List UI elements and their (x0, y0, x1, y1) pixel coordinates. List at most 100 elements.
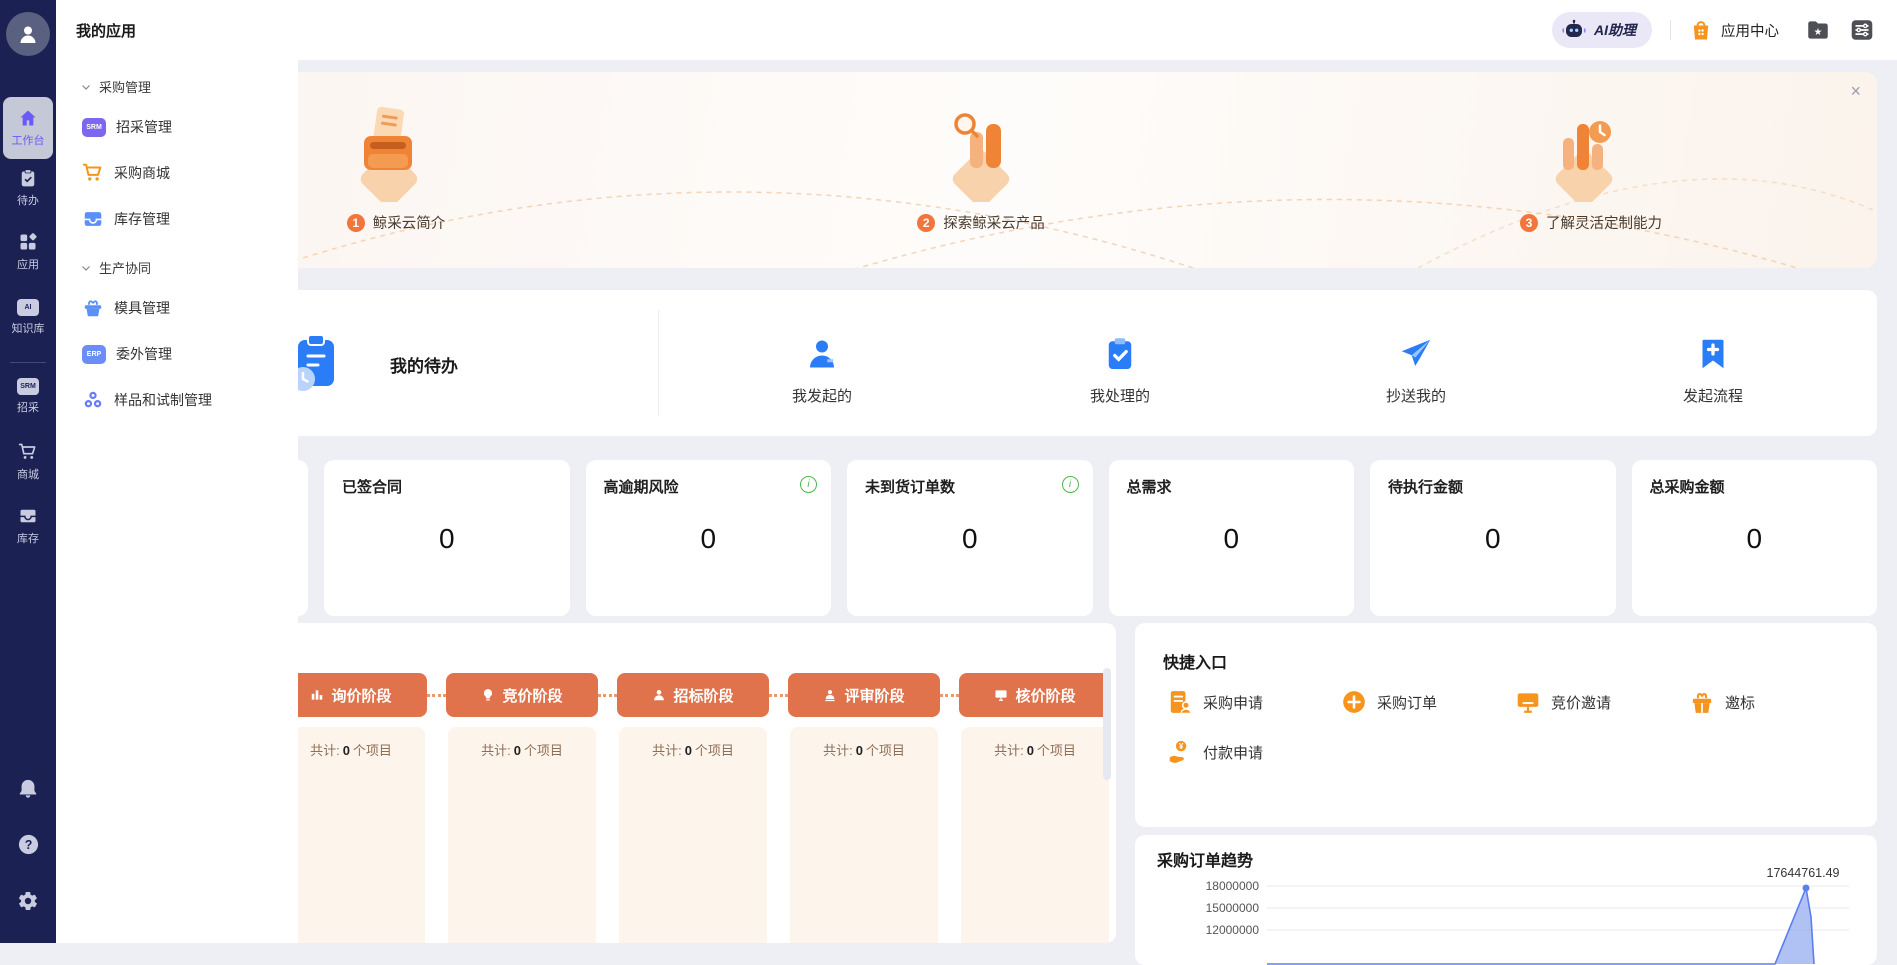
avatar[interactable] (6, 12, 50, 56)
section-label: 采购管理 (99, 77, 151, 96)
quick-item-payment-request[interactable]: ¥ 付款申请 (1167, 739, 1341, 765)
apps-grid-icon (18, 232, 38, 252)
notifications-button[interactable] (0, 778, 56, 800)
quick-entry-card: 快捷入口 采购申请 采购订单 (1135, 623, 1877, 827)
quick-item-label: 竞价邀请 (1551, 692, 1611, 713)
ai-assistant-button[interactable]: AI助理 (1552, 12, 1652, 48)
stage-total-prefix: 共计: (652, 743, 682, 758)
stage-total-prefix: 共计: (310, 743, 340, 758)
rail-item-mall[interactable]: 商城 (0, 442, 56, 482)
banner-step-3[interactable]: 3 了解灵活定制能力 (1481, 212, 1701, 233)
rail-item-label: 知识库 (12, 320, 45, 336)
quick-item-invite-tender[interactable]: 邀标 (1689, 689, 1863, 715)
todo-icon (18, 168, 38, 188)
quick-item-bidding-invitation[interactable]: 竞价邀请 (1515, 689, 1689, 715)
sidebar-title: 我的应用 (56, 0, 298, 41)
section-production-collaboration[interactable]: 生产协同 (80, 258, 298, 277)
info-icon[interactable]: i (1062, 476, 1079, 493)
favorites-folder-button[interactable]: ★ (1805, 17, 1831, 43)
settings-button[interactable] (0, 890, 56, 912)
todo-title: 我的待办 (390, 352, 458, 377)
stage-pill-row: 询价阶段 竞价阶段 招标阶段 (298, 673, 1111, 717)
sidebar-item-srm-management[interactable]: SRM 招采管理 (56, 104, 298, 150)
stage-label: 招标阶段 (673, 685, 733, 706)
plus-circle-icon (1341, 689, 1367, 715)
stage-total-prefix: 共计: (823, 743, 853, 758)
my-todo-card: 我的待办 我发起的 我处理的 抄送我的 (298, 290, 1877, 436)
todo-clipboard-clock-icon (298, 332, 346, 396)
stat-title: 总采购金额 (1650, 476, 1860, 497)
todo-item-start-process[interactable]: 发起流程 (1643, 336, 1783, 406)
hand-coin-icon: ¥ (1167, 739, 1193, 765)
help-button[interactable]: ? (0, 833, 56, 856)
stat-title: 高逾期风险 (604, 476, 814, 497)
app-center-label: 应用中心 (1721, 20, 1779, 41)
todo-item-initiated-by-me[interactable]: 我发起的 (752, 336, 892, 406)
ai-assistant-label: AI助理 (1594, 20, 1636, 40)
main-content: AI助理 应用中心 ★ (298, 0, 1897, 943)
rail-item-workbench[interactable]: 工作台 (3, 97, 53, 159)
task-list-button[interactable] (1849, 17, 1875, 43)
stage-columns: 共计:0个项目 共计:0个项目 共计:0个项目 共计:0个项目 共计:0个项目 (298, 727, 1109, 943)
section-label: 生产协同 (99, 258, 151, 277)
trend-chart: 18000000 15000000 12000000 17644761.49 (1135, 865, 1877, 965)
cart-icon (82, 162, 104, 184)
stat-title: 未到货订单数 (865, 476, 1075, 497)
rail-item-inventory[interactable]: 库存 (0, 506, 56, 546)
sidebar-item-label: 样品和试制管理 (114, 390, 212, 410)
stat-card-high-overdue-risk: 高逾期风险 i 0 (586, 460, 832, 616)
todo-item-label: 我发起的 (792, 385, 852, 406)
stats-row: 已签合同 0 高逾期风险 i 0 未到货订单数 i 0 总需求 0 待执行金额 … (298, 460, 1877, 616)
step1-illustration (338, 102, 438, 202)
banner-step-1[interactable]: 1 鲸采云简介 (311, 212, 481, 233)
banner-step-2[interactable]: 2 探索鲸采云产品 (881, 212, 1081, 233)
stage-label: 竞价阶段 (502, 685, 562, 706)
sidebar-item-inventory-management[interactable]: 库存管理 (56, 196, 298, 242)
rail-item-todo[interactable]: 待办 (0, 168, 56, 208)
paper-plane-icon (1398, 336, 1434, 372)
area-series (1267, 888, 1814, 964)
inventory-icon (18, 506, 38, 526)
quick-item-label: 采购订单 (1377, 692, 1437, 713)
stage-connector (427, 694, 446, 697)
rail-item-label: 待办 (17, 192, 39, 208)
rail-item-srm[interactable]: SRM 招采 (0, 378, 56, 415)
sidebar-item-mold-management[interactable]: 模具管理 (56, 285, 298, 331)
todo-item-cc-to-me[interactable]: 抄送我的 (1346, 336, 1486, 406)
stat-card-pending-execution-amount: 待执行金额 0 (1370, 460, 1616, 616)
bookmark-plus-icon (1695, 336, 1731, 372)
todo-item-label: 我处理的 (1090, 385, 1150, 406)
stage-pill-price-check[interactable]: 核价阶段 (959, 673, 1111, 717)
stat-title: 待执行金额 (1388, 476, 1598, 497)
peak-value-label: 17644761.49 (1767, 866, 1840, 880)
quick-item-purchase-request[interactable]: 采购申请 (1167, 689, 1341, 715)
stage-scrollbar[interactable] (1103, 668, 1111, 780)
todo-divider (658, 310, 659, 416)
stage-pill-inquiry[interactable]: 询价阶段 (298, 673, 427, 717)
stat-title: 总需求 (1127, 476, 1337, 497)
stage-pill-review[interactable]: 评审阶段 (788, 673, 940, 717)
quick-item-purchase-order[interactable]: 采购订单 (1341, 689, 1515, 715)
stage-pill-tender[interactable]: 招标阶段 (617, 673, 769, 717)
home-icon (18, 108, 38, 128)
robot-icon (1562, 18, 1586, 42)
sidebar-item-sample-trial-management[interactable]: 样品和试制管理 (56, 377, 298, 423)
stage-total-prefix: 共计: (481, 743, 511, 758)
stage-total-suffix: 个项目 (1037, 743, 1076, 758)
section-procurement-management[interactable]: 采购管理 (80, 77, 298, 96)
sidebar-item-purchase-mall[interactable]: 采购商城 (56, 150, 298, 196)
stat-value: 0 (604, 523, 814, 555)
sidebar-item-outsourcing-management[interactable]: ERP 委外管理 (56, 331, 298, 377)
info-icon[interactable]: i (800, 476, 817, 493)
rail-item-apps[interactable]: 应用 (0, 232, 56, 272)
todo-item-processed-by-me[interactable]: 我处理的 (1050, 336, 1190, 406)
stage-column-bidding-price: 共计:0个项目 (448, 727, 596, 943)
close-icon[interactable]: × (1850, 82, 1861, 100)
bulb-icon (481, 688, 495, 702)
rail-item-knowledge[interactable]: AI 知识库 (0, 299, 56, 336)
monitor-icon (994, 688, 1008, 702)
stat-value: 0 (1127, 523, 1337, 555)
app-center-button[interactable]: 应用中心 (1689, 18, 1779, 42)
stage-pill-bidding-price[interactable]: 竞价阶段 (446, 673, 598, 717)
stage-total-suffix: 个项目 (353, 743, 392, 758)
